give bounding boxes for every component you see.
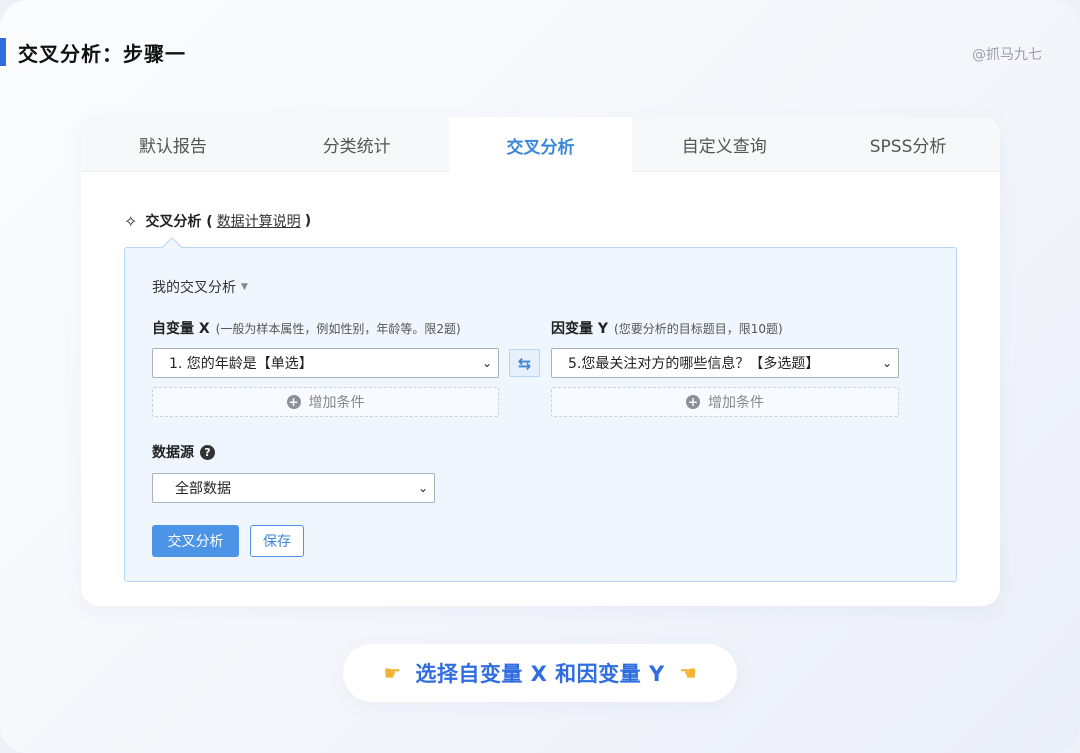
- plus-circle-icon: +: [286, 395, 301, 409]
- data-source-title: 数据源: [152, 445, 194, 461]
- panel-pointer: [162, 237, 182, 257]
- var-y-selected: 5.您最关注对方的哪些信息？【多选题】: [568, 356, 820, 372]
- var-y-title: 因变量 Y: [551, 321, 609, 337]
- section-title: ✧ 交叉分析 ( 数据计算说明 ): [124, 211, 311, 231]
- calculation-help-link[interactable]: 数据计算说明: [217, 211, 301, 231]
- independent-variable-label: 自变量 X (一般为样本属性，例如性别，年龄等。限2题): [152, 318, 461, 338]
- section-title-close: ): [304, 213, 312, 229]
- var-x-hint: (一般为样本属性，例如性别，年龄等。限2题): [215, 322, 461, 336]
- section-title-text: 交叉分析 (: [145, 214, 213, 230]
- swap-variables-button[interactable]: ⇆: [509, 349, 540, 377]
- my-analysis-dropdown[interactable]: 我的交叉分析 ▼: [152, 277, 248, 297]
- pointing-hand-right-icon: ☛: [383, 661, 402, 685]
- var-x-selected: 1. 您的年龄是【单选】: [169, 356, 313, 372]
- save-button[interactable]: 保存: [250, 525, 304, 557]
- chevron-down-icon: ⌄: [881, 356, 892, 370]
- var-x-select[interactable]: 1. 您的年龄是【单选】 ⌄: [152, 348, 499, 378]
- var-y-select[interactable]: 5.您最关注对方的哪些信息？【多选题】 ⌄: [551, 348, 899, 378]
- accent-bar: [0, 38, 6, 66]
- slide-canvas: 交叉分析：步骤一 @抓马九七 默认报告 分类统计 交叉分析 自定义查询 SPSS…: [0, 0, 1080, 753]
- add-condition-y-button[interactable]: + 增加条件: [551, 387, 899, 417]
- my-analysis-label: 我的交叉分析: [152, 280, 236, 296]
- tab-cross-analysis[interactable]: 交叉分析: [448, 117, 633, 173]
- swap-icon: ⇆: [517, 353, 532, 373]
- chevron-down-icon: ⌄: [481, 356, 492, 370]
- tab-category-stats[interactable]: 分类统计: [265, 117, 449, 172]
- data-source-label: 数据源 ?: [152, 442, 215, 462]
- chevron-down-icon: ⌄: [417, 481, 428, 495]
- cross-analysis-panel: 我的交叉分析 ▼ 自变量 X (一般为样本属性，例如性别，年龄等。限2题) 因变量…: [124, 237, 957, 582]
- cross-analysis-button[interactable]: 交叉分析: [152, 525, 239, 557]
- sparkle-icon: ✧: [124, 211, 138, 231]
- var-y-hint: (您要分析的目标题目，限10题): [614, 322, 783, 336]
- slide-title: 交叉分析：步骤一: [18, 41, 186, 66]
- pointing-hand-left-icon: ☛: [678, 661, 697, 685]
- add-condition-x-button[interactable]: + 增加条件: [152, 387, 499, 417]
- tab-bar: 默认报告 分类统计 交叉分析 自定义查询 SPSS分析: [81, 117, 1000, 173]
- tab-default-report[interactable]: 默认报告: [81, 117, 265, 172]
- var-x-title: 自变量 X: [152, 321, 210, 337]
- add-condition-x-label: 增加条件: [308, 395, 365, 411]
- slide-header: 交叉分析：步骤一: [0, 38, 186, 66]
- caption-pill: ☛ 选择自变量 X 和因变量 Y ☛: [343, 644, 737, 702]
- tab-spss-analysis[interactable]: SPSS分析: [816, 117, 1000, 172]
- tab-custom-query[interactable]: 自定义查询: [632, 117, 816, 172]
- plus-circle-icon: +: [686, 395, 700, 409]
- data-source-select[interactable]: 全部数据 ⌄: [152, 473, 435, 503]
- caret-down-icon: ▼: [241, 282, 248, 292]
- watermark: @抓马九七: [972, 47, 1042, 63]
- caption-text: 选择自变量 X 和因变量 Y: [415, 662, 665, 686]
- dependent-variable-label: 因变量 Y (您要分析的目标题目，限10题): [551, 318, 783, 338]
- help-icon[interactable]: ?: [200, 444, 215, 460]
- analysis-card: 默认报告 分类统计 交叉分析 自定义查询 SPSS分析 ✧ 交叉分析 ( 数据计…: [81, 117, 1000, 606]
- add-condition-y-label: 增加条件: [708, 395, 764, 411]
- data-source-selected: 全部数据: [175, 481, 231, 497]
